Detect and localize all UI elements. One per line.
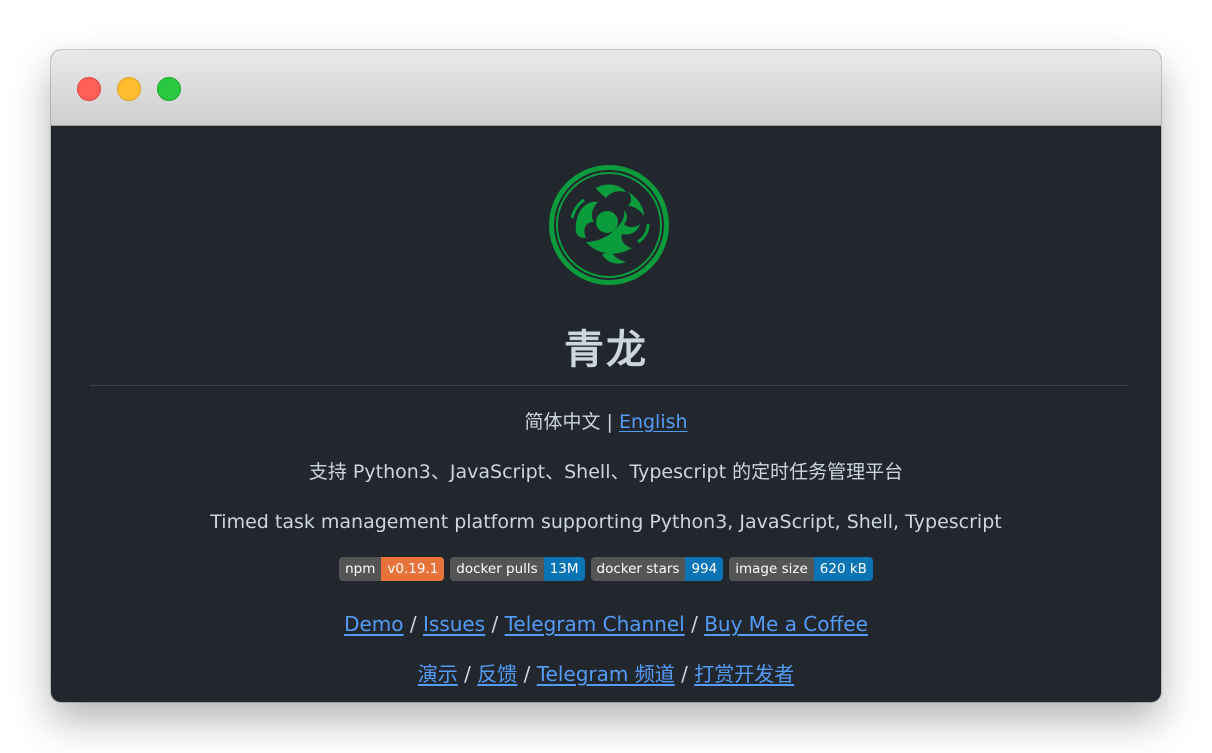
- demo-link-cn[interactable]: 演示: [418, 662, 458, 686]
- current-language: 简体中文: [524, 411, 601, 433]
- npm-badge[interactable]: npm v0.19.1: [339, 557, 445, 581]
- readme-content: 青龙 简体中文 | English 支持 Python3、JavaScript、…: [51, 126, 1161, 702]
- links-chinese: 演示 / 反馈 / Telegram 频道 / 打赏开发者: [51, 660, 1161, 688]
- language-switcher: 简体中文 | English: [51, 408, 1161, 436]
- badge-row: npm v0.19.1 docker pulls 13M docker star…: [51, 557, 1161, 581]
- badge-label: npm: [339, 557, 382, 581]
- badge-label: image size: [729, 557, 814, 581]
- link-separator: /: [681, 662, 688, 686]
- language-separator: |: [606, 411, 613, 433]
- demo-link[interactable]: Demo: [344, 612, 403, 636]
- donate-developer-link[interactable]: 打赏开发者: [694, 662, 794, 686]
- badge-value: v0.19.1: [381, 557, 445, 581]
- badge-label: docker stars: [590, 557, 686, 581]
- links-english: Demo / Issues / Telegram Channel / Buy M…: [51, 610, 1161, 638]
- badge-value: 994: [685, 557, 724, 581]
- qinglong-dragon-logo-icon: [549, 165, 669, 285]
- close-window-button[interactable]: [77, 77, 101, 101]
- link-separator: /: [491, 612, 499, 636]
- description-english: Timed task management platform supportin…: [210, 511, 1002, 533]
- minimize-window-button[interactable]: [117, 77, 141, 101]
- english-link[interactable]: English: [619, 411, 688, 433]
- issues-link[interactable]: Issues: [423, 612, 485, 636]
- description-chinese: 支持 Python3、JavaScript、Shell、Typescript 的…: [308, 461, 904, 483]
- image-size-badge[interactable]: image size 620 kB: [729, 557, 873, 581]
- buy-me-a-coffee-link[interactable]: Buy Me a Coffee: [704, 612, 868, 636]
- badge-value: 13M: [543, 557, 585, 581]
- docker-stars-badge[interactable]: docker stars 994: [590, 557, 724, 581]
- link-separator: /: [464, 662, 471, 686]
- maximize-window-button[interactable]: [157, 77, 181, 101]
- window-titlebar[interactable]: [51, 50, 1161, 126]
- page-title: 青龙: [564, 327, 648, 373]
- docker-pulls-badge[interactable]: docker pulls 13M: [450, 557, 585, 581]
- telegram-channel-link[interactable]: Telegram Channel: [505, 612, 685, 636]
- badge-value: 620 kB: [813, 557, 873, 581]
- issues-link-cn[interactable]: 反馈: [477, 662, 517, 686]
- title-divider: [90, 385, 1128, 386]
- telegram-channel-link-cn[interactable]: Telegram 频道: [537, 662, 675, 686]
- link-separator: /: [409, 612, 417, 636]
- link-separator: /: [691, 612, 698, 636]
- badge-label: docker pulls: [450, 557, 544, 581]
- link-separator: /: [523, 662, 531, 686]
- browser-window: 青龙 简体中文 | English 支持 Python3、JavaScript、…: [51, 50, 1161, 702]
